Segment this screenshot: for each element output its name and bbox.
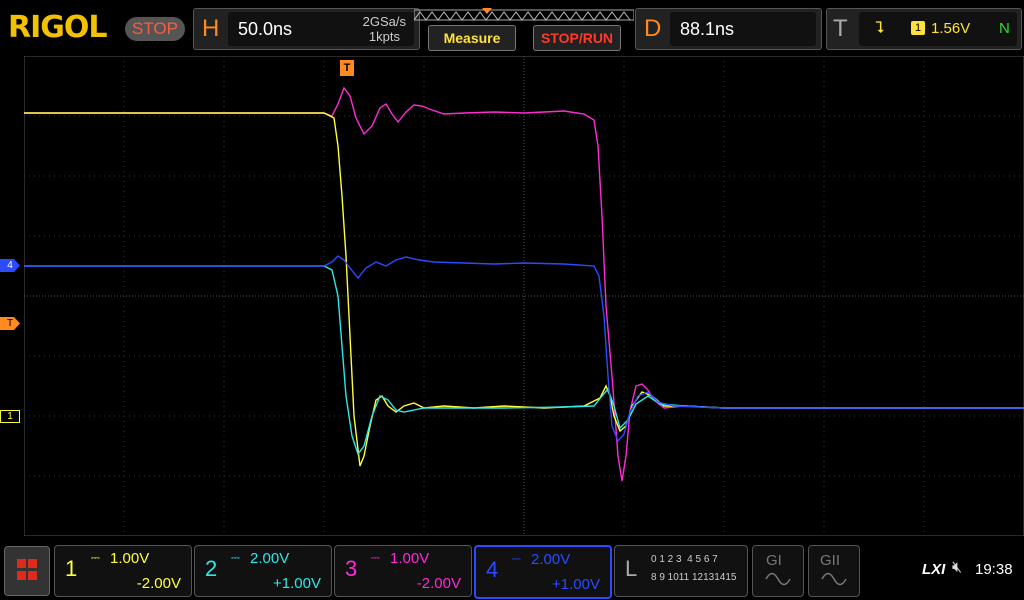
channel-2-scale: 2.00V <box>250 550 290 567</box>
logic-panel[interactable]: L 0 1 2 3 4 5 6 7 8 9 1011 12131415 <box>614 545 748 597</box>
generator-2-label: GII <box>820 552 841 569</box>
channel-4-offset: +1.00V <box>552 576 600 593</box>
channel-4-number: 4 <box>486 557 499 582</box>
brand-logo: RIGOL <box>8 10 108 45</box>
delay-letter: D <box>644 15 662 42</box>
trigger-position-marker[interactable]: T <box>340 60 354 76</box>
trigger-letter: T <box>833 15 848 42</box>
channel-3-panel[interactable]: 3 ⎓ 1.00V -2.00V <box>334 545 472 597</box>
clock: 19:38 <box>975 561 1013 578</box>
waveform-display[interactable] <box>24 56 1024 536</box>
generator-1-label: GI <box>766 552 782 569</box>
channel-4-scale: 2.00V <box>531 551 571 568</box>
memory-depth: 1kpts <box>368 29 400 44</box>
delay-panel[interactable]: D 88.1ns <box>635 8 822 50</box>
trigger-panel[interactable]: T ⮧ 1 1.56V N <box>826 8 1022 50</box>
trigger-level-marker[interactable]: T <box>0 317 20 330</box>
dc-coupling-icon: ⎓ <box>512 553 521 565</box>
speaker-muted-icon[interactable]: 🔇︎ <box>952 559 962 577</box>
stop-run-button[interactable]: STOP/RUN <box>533 25 621 51</box>
menu-grid-icon <box>17 559 37 580</box>
dc-coupling-icon: ⎓ <box>231 552 240 564</box>
channel-3-offset: -2.00V <box>416 575 461 592</box>
lxi-logo: LXI <box>922 561 946 578</box>
channel-1-scale: 1.00V <box>110 550 150 567</box>
channel-3-scale: 1.00V <box>390 550 430 567</box>
timebase-value: 50.0ns <box>238 19 293 39</box>
channel-2-panel[interactable]: 2 ⎓ 2.00V +1.00V <box>194 545 332 597</box>
trigger-level: 1.56V <box>931 20 971 37</box>
menu-button[interactable] <box>4 546 50 596</box>
horizontal-letter: H <box>202 15 220 42</box>
generator-2-button[interactable]: GII <box>808 545 860 597</box>
trigger-box: ⮧ 1 1.56V N <box>859 12 1017 46</box>
delay-box: 88.1ns <box>670 12 816 46</box>
measure-button[interactable]: Measure <box>428 25 516 51</box>
sine-wave-icon <box>821 572 847 586</box>
channel-3-number: 3 <box>345 556 358 581</box>
logic-row2: 8 9 1011 12131415 <box>651 572 737 583</box>
trigger-source: 1 <box>911 21 925 35</box>
trigger-edge-icon: ⮧ <box>875 20 885 37</box>
trigger-mode: N <box>999 20 1010 37</box>
sample-rate: 2GSa/s <box>362 14 406 29</box>
top-bar: RIGOL STOP H 50.0ns 2GSa/s 1kpts Measure… <box>0 0 1024 56</box>
delay-value: 88.1ns <box>680 19 735 39</box>
channel-2-offset: +1.00V <box>273 575 321 592</box>
channel-1-panel[interactable]: 1 ⎓ 1.00V -2.00V <box>54 545 192 597</box>
logic-row1: 0 1 2 3 4 5 6 7 <box>651 554 718 565</box>
channel-1-offset: -2.00V <box>136 575 181 592</box>
timebase-box: 50.0ns 2GSa/s 1kpts <box>228 12 414 46</box>
run-state-badge[interactable]: STOP <box>125 17 185 41</box>
dc-coupling-icon: ⎓ <box>91 552 100 564</box>
channel-1-number: 1 <box>65 556 78 581</box>
channel-4-panel[interactable]: 4 ⎓ 2.00V +1.00V <box>474 545 612 599</box>
channel-2-number: 2 <box>205 556 218 581</box>
memory-overview-graphic <box>413 8 635 21</box>
sine-wave-icon <box>765 572 791 586</box>
ch4-offset-marker[interactable]: 4 <box>0 259 20 272</box>
ch1-offset-marker[interactable]: 1 <box>0 410 20 423</box>
generator-1-button[interactable]: GI <box>752 545 804 597</box>
horizontal-panel[interactable]: H 50.0ns 2GSa/s 1kpts <box>193 8 420 50</box>
dc-coupling-icon: ⎓ <box>371 552 380 564</box>
logic-letter: L <box>625 556 638 581</box>
memory-overview-bar[interactable] <box>413 8 635 22</box>
